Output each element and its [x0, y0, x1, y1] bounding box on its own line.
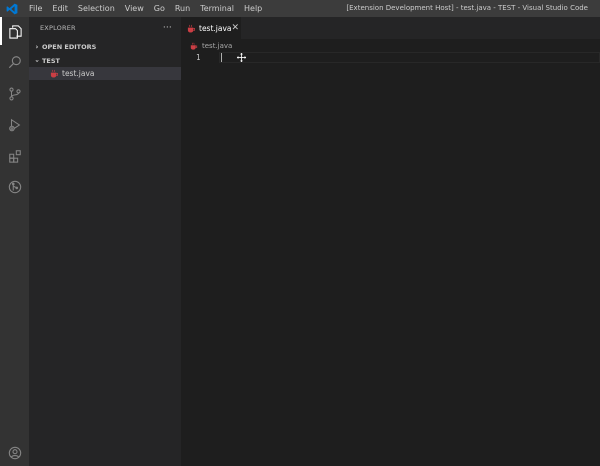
- open-editors-section[interactable]: › OPEN EDITORS: [29, 40, 181, 53]
- menu-selection[interactable]: Selection: [73, 0, 120, 17]
- folder-section-test[interactable]: › TEST: [29, 54, 181, 67]
- menu-run[interactable]: Run: [170, 0, 195, 17]
- java-file-icon: [189, 41, 199, 50]
- title-bar: File Edit Selection View Go Run Terminal…: [0, 0, 600, 17]
- activity-bar: [0, 17, 29, 466]
- window-title: [Extension Development Host] - test.java…: [346, 4, 588, 12]
- extensions-icon[interactable]: [0, 142, 29, 170]
- search-icon[interactable]: [0, 48, 29, 76]
- tab-bar: test.java ✕: [181, 17, 600, 39]
- editor-area: test.java ✕ test.java 1: [181, 17, 600, 466]
- current-line-highlight: [219, 52, 600, 63]
- move-cursor-icon: [236, 52, 247, 63]
- menu-terminal[interactable]: Terminal: [195, 0, 239, 17]
- menu-edit[interactable]: Edit: [47, 0, 73, 17]
- menu-go[interactable]: Go: [149, 0, 170, 17]
- text-cursor: [221, 53, 222, 62]
- breadcrumb[interactable]: test.java: [181, 39, 600, 52]
- tab-label: test.java: [199, 23, 232, 33]
- tab-test-java[interactable]: test.java ✕: [181, 17, 241, 39]
- explorer-header: EXPLORER ···: [29, 17, 181, 39]
- menu-view[interactable]: View: [120, 0, 149, 17]
- java-file-icon: [49, 69, 59, 78]
- open-editors-label: OPEN EDITORS: [42, 42, 97, 51]
- source-control-icon[interactable]: [0, 80, 29, 108]
- menu-bar: File Edit Selection View Go Run Terminal…: [24, 0, 267, 17]
- git-graph-icon[interactable]: [0, 173, 29, 201]
- close-icon[interactable]: ✕: [232, 23, 240, 33]
- chevron-down-icon: ›: [33, 59, 41, 62]
- folder-label: TEST: [42, 56, 60, 65]
- chevron-right-icon: ›: [35, 42, 39, 51]
- line-number: 1: [196, 53, 201, 62]
- file-name: test.java: [62, 69, 95, 78]
- explorer-icon[interactable]: [0, 17, 29, 45]
- file-item-test-java[interactable]: test.java: [29, 67, 181, 80]
- run-debug-icon[interactable]: [0, 111, 29, 139]
- code-line[interactable]: 1: [181, 52, 600, 64]
- menu-help[interactable]: Help: [239, 0, 267, 17]
- account-icon[interactable]: [0, 440, 29, 466]
- menu-file[interactable]: File: [24, 0, 47, 17]
- explorer-title: EXPLORER: [40, 24, 76, 32]
- vscode-logo-icon: [3, 0, 21, 17]
- java-file-icon: [187, 24, 196, 33]
- more-actions-button[interactable]: ···: [163, 23, 172, 33]
- explorer-sidebar: EXPLORER ··· › OPEN EDITORS › TEST test.…: [29, 17, 181, 466]
- breadcrumb-file: test.java: [202, 41, 233, 50]
